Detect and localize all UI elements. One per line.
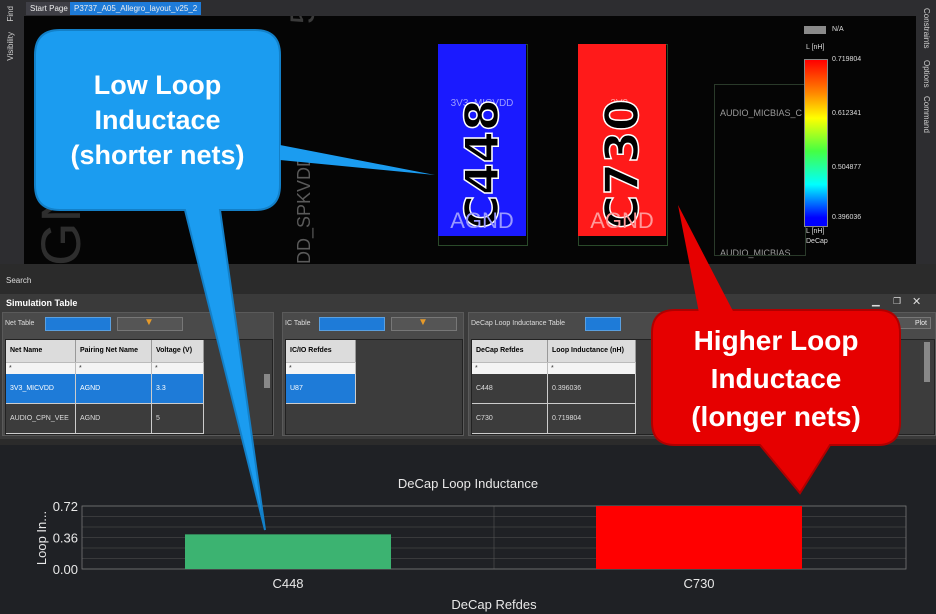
high-inductance-callout-text: Higher Loop Inductace (longer nets) (691, 325, 861, 432)
low-inductance-pointer (280, 145, 435, 175)
low-inductance-callout-text: Low Loop Inductace (shorter nets) (70, 70, 245, 170)
high-inductance-pointer (678, 205, 735, 318)
